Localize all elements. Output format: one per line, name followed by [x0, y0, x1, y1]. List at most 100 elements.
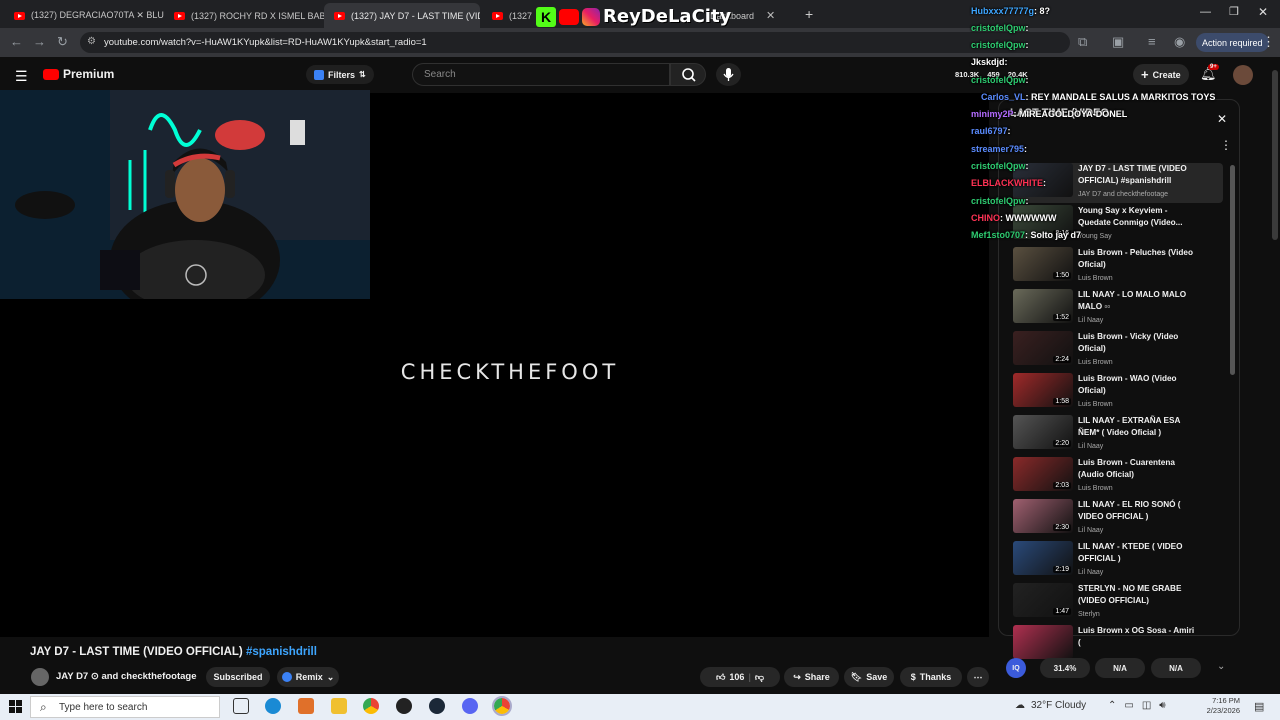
playlist-item-title[interactable]: Luis Brown - Peluches (Video Oficial) [1078, 247, 1198, 271]
menu-icon[interactable]: ⋮ [1262, 34, 1275, 50]
playlist-item-title[interactable]: Luis Brown - Cuarentena (Audio Oficial) [1078, 457, 1198, 481]
network-icon[interactable]: ◫ [1142, 700, 1151, 711]
video-thumbnail[interactable]: 1:52 [1013, 289, 1073, 323]
close-panel-icon[interactable]: ✕ [1217, 112, 1227, 126]
brand-name: ReyDeLaCity [603, 6, 732, 27]
playlist-item-title[interactable]: Luis Brown x OG Sosa - Amiri ( [1078, 625, 1198, 649]
save-button[interactable]: 🔖︎ Save [844, 667, 894, 687]
media-icon[interactable]: ≡ [1148, 34, 1156, 49]
playlist-item[interactable]: 1:58 Luis Brown - WAO (Video Oficial) Luis… [1013, 373, 1223, 413]
more-options-icon[interactable]: ⋮ [1220, 138, 1232, 152]
volume-icon[interactable]: 🔊︎ [1159, 700, 1165, 711]
steam-icon[interactable] [429, 698, 445, 714]
channel-avatar[interactable] [31, 668, 49, 686]
playlist-item-title[interactable]: LIL NAAY - EXTRAÑA ESA ÑEM* ( Video Ofic… [1078, 415, 1198, 439]
video-thumbnail[interactable]: 1:58 [1013, 373, 1073, 407]
save-label: Save [866, 672, 888, 682]
video-thumbnail[interactable]: 1:47 [1013, 583, 1073, 617]
notification-badge: 9+ [1208, 64, 1219, 70]
video-thumbnail[interactable]: 2:30 [1013, 499, 1073, 533]
video-thumbnail[interactable]: 1:50 [1013, 247, 1073, 281]
edge-icon[interactable] [265, 698, 281, 714]
hashtag-link[interactable]: #spanishdrill [246, 646, 317, 658]
browser-tab[interactable]: (1327) I [482, 3, 532, 28]
action-required-button[interactable]: Action required [1196, 33, 1269, 52]
playlist-item-title[interactable]: Luis Brown - Vicky (Video Oficial) [1078, 331, 1198, 355]
playlist-item[interactable]: 1:52 LIL NAAY - LO MALO MALO MALO ▫▫ Lil N… [1013, 289, 1223, 329]
close-tab-icon[interactable]: ✕ [766, 9, 775, 22]
playlist-item-title[interactable]: LIL NAAY - EL RIO SONÓ ( VIDEO OFFICIAL … [1078, 499, 1198, 523]
voice-search-button[interactable] [716, 63, 741, 86]
close-window-icon[interactable]: ✕ [1258, 5, 1268, 19]
clock-date: 2/23/2026 [1206, 706, 1240, 715]
site-info-icon[interactable]: ⚙ [87, 36, 96, 47]
new-tab-icon[interactable]: + [805, 6, 813, 22]
address-bar[interactable]: ⚙ youtube.com/watch?v=-HuAW1KYupk&list=R… [80, 32, 1070, 53]
create-button[interactable]: + Create [1133, 64, 1189, 85]
browser-tab[interactable]: (1327) DEGRACIAO70TA ✕ BLU ✕ [4, 3, 164, 28]
video-thumbnail[interactable]: 2:24 [1013, 331, 1073, 365]
task-view-icon[interactable] [233, 698, 249, 714]
minimize-icon[interactable]: — [1200, 6, 1211, 18]
video-thumbnail[interactable] [1013, 625, 1073, 659]
remix-button[interactable]: Remix ⌄ [277, 667, 339, 687]
playlist-scrollbar[interactable] [1230, 165, 1235, 375]
youtube-premium-logo[interactable]: Premium [43, 67, 114, 81]
video-thumbnail[interactable]: 2:20 [1013, 415, 1073, 449]
playlist-item-title[interactable]: LIL NAAY - KTEDE ( VIDEO OFFICIAL ) [1078, 541, 1198, 565]
search-input[interactable]: Search [412, 63, 670, 86]
channel-name[interactable]: JAY D7 ⊙ and checkthefootage [56, 671, 196, 682]
playlist-item-title[interactable]: Young Say x Keyviem - Quedate Conmigo (V… [1078, 205, 1198, 229]
subscribed-button[interactable]: Subscribed [206, 667, 270, 687]
search-button[interactable] [670, 63, 706, 86]
filters-button[interactable]: Filters ⇅ [306, 65, 374, 84]
profile-icon[interactable]: ◉ [1174, 34, 1185, 50]
like-icon[interactable]: 👍︎ [716, 672, 725, 683]
chevron-down-icon[interactable]: ⌄ [1217, 661, 1225, 672]
page-scrollbar[interactable] [1272, 70, 1278, 240]
playlist-item[interactable]: 2:20 LIL NAAY - EXTRAÑA ESA ÑEM* ( Video … [1013, 415, 1223, 455]
dislike-icon[interactable]: 👎︎ [755, 672, 764, 683]
avatar[interactable] [1233, 65, 1253, 85]
chevron-up-icon[interactable]: ⌃ [1108, 700, 1116, 711]
playlist-item[interactable]: 2:30 LIL NAAY - EL RIO SONÓ ( VIDEO OFFIC… [1013, 499, 1223, 539]
browser-tab-active[interactable]: (1327) JAY D7 - LAST TIME (VID ✕ [324, 3, 480, 28]
forward-icon[interactable]: → [33, 34, 46, 49]
playlist-item-title[interactable]: LIL NAAY - LO MALO MALO MALO ▫▫ [1078, 289, 1198, 313]
more-actions-button[interactable]: ⋯ [967, 667, 989, 687]
share-button[interactable]: ↪ Share [784, 667, 839, 687]
playlist-item[interactable]: 2:19 LIL NAAY - KTEDE ( VIDEO OFFICIAL ) L… [1013, 541, 1223, 581]
chrome-icon[interactable] [363, 698, 379, 714]
video-thumbnail[interactable]: 2:19 [1013, 541, 1073, 575]
playlist-item-title[interactable]: STERLYN - NO ME GRABE (VIDEO OFFICIAL) [1078, 583, 1198, 607]
playlist-item-title[interactable]: Luis Brown - WAO (Video Oficial) [1078, 373, 1198, 397]
windows-start-icon[interactable] [9, 700, 23, 714]
maximize-icon[interactable]: ❐ [1229, 5, 1239, 18]
playlist-item-title[interactable]: JAY D7 - LAST TIME (VIDEO OFFICIAL) #spa… [1078, 163, 1198, 187]
file-explorer-icon[interactable] [331, 698, 347, 714]
obs-icon[interactable] [396, 698, 412, 714]
clock[interactable]: 7:16 PM 2/23/2026 [1200, 696, 1240, 716]
app-icon[interactable] [298, 698, 314, 714]
playlist-item[interactable]: 1:47 STERLYN - NO ME GRABE (VIDEO OFFICIA… [1013, 583, 1223, 623]
notification-center-icon[interactable]: ▤ [1254, 700, 1264, 713]
playlist-item[interactable]: 2:24 Luis Brown - Vicky (Video Oficial) Lu… [1013, 331, 1223, 371]
hamburger-menu-icon[interactable]: ☰ [15, 68, 28, 85]
video-thumbnail[interactable]: 2:03 [1013, 457, 1073, 491]
chrome-active-icon[interactable] [492, 696, 512, 716]
playlist-item-channel: Luis Brown [1078, 485, 1113, 492]
playlist-item[interactable]: 2:03 Luis Brown - Cuarentena (Audio Ofici… [1013, 457, 1223, 497]
discord-icon[interactable] [462, 698, 478, 714]
browser-tab[interactable]: (1327) ROCHY RD X ISMEL BAB ✕ [164, 3, 324, 28]
playlist-item[interactable]: 1:50 Luis Brown - Peluches (Video Oficial… [1013, 247, 1223, 287]
thanks-button[interactable]: $ Thanks [900, 667, 962, 687]
back-icon[interactable]: ← [10, 34, 23, 49]
taskbar-search-input[interactable]: ⌕ Type here to search [30, 696, 220, 718]
weather-widget[interactable]: ☁ 32°F Cloudy [1015, 700, 1086, 711]
sidebar-icon[interactable]: ▣ [1112, 34, 1124, 50]
extensions-icon[interactable]: ⧉ [1078, 34, 1087, 50]
battery-icon[interactable]: ▭ [1124, 700, 1133, 711]
stats-logo-icon[interactable]: IQ [1006, 658, 1026, 678]
reload-icon[interactable]: ↻ [57, 34, 68, 50]
divider: | [748, 672, 751, 682]
